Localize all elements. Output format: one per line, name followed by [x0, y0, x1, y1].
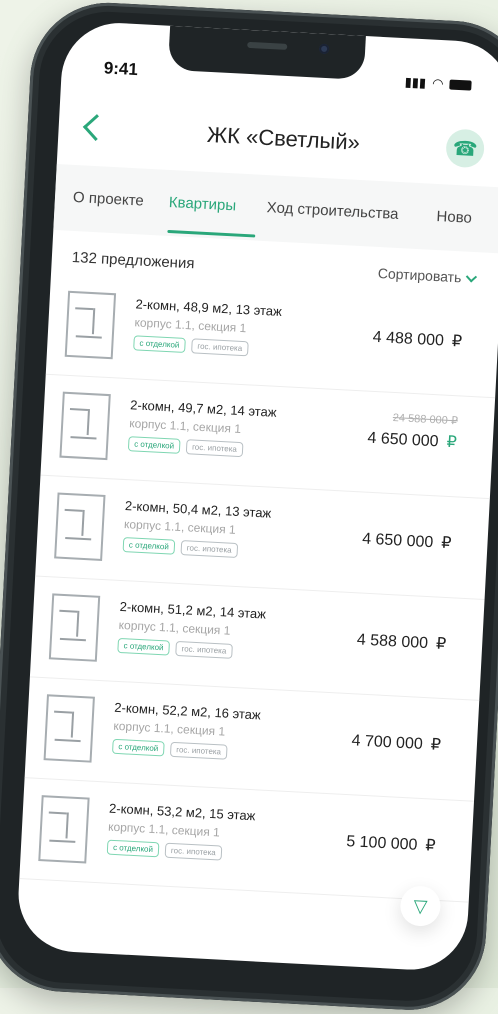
apartment-subtitle: корпус 1.1, секция 1 [107, 819, 221, 840]
floor-plan-icon [48, 593, 102, 664]
notch [167, 25, 366, 80]
price: 4 700 000 ₽ [351, 730, 441, 755]
apartment-details: 2-комн, 49,7 м2, 14 этаж корпус 1.1, сек… [127, 397, 277, 459]
tab-apartments[interactable]: Квартиры [168, 194, 236, 214]
apartment-subtitle: корпус 1.1, секция 1 [134, 315, 247, 336]
chevron-down-icon [465, 270, 478, 283]
apartment-details: 2-комн, 52,2 м2, 16 этаж корпус 1.1, сек… [111, 700, 261, 762]
apartment-subtitle: корпус 1.1, секция 1 [128, 416, 242, 437]
sort-button[interactable]: Сортировать [377, 264, 478, 286]
price: 4 650 000 ₽ [362, 529, 452, 554]
apartment-subtitle: корпус 1.1, секция 1 [123, 517, 237, 537]
speaker [247, 41, 288, 50]
floor-plan-icon [59, 391, 112, 463]
phone-call-icon: ☎ [452, 137, 479, 161]
mortgage-badge: гос. ипотека [180, 540, 238, 559]
currency: ₽ [446, 433, 458, 452]
offers-count: 132 предложения [71, 248, 195, 273]
price-value: 4 650 000 [361, 530, 434, 552]
currency: ₽ [430, 736, 442, 754]
floor-plan-icon [38, 795, 91, 866]
finish-badge: с отделкой [111, 738, 165, 757]
wifi-icon: ◠ [431, 75, 444, 92]
badges: с отделкой гос. ипотека [106, 839, 254, 863]
mortgage-badge: гос. ипотека [190, 338, 249, 357]
page-title: ЖК «Светлый» [206, 121, 361, 155]
finish-badge: с отделкой [122, 537, 176, 555]
price: 5 100 000 ₽ [346, 831, 436, 856]
price-value: 4 488 000 [372, 328, 445, 350]
battery-icon [449, 79, 472, 91]
floor-plan-icon [43, 694, 96, 765]
filter-icon: ▽ [413, 895, 428, 916]
price-value: 4 700 000 [351, 732, 424, 753]
sort-label: Сортировать [377, 264, 462, 286]
finish-badge: с отделкой [106, 839, 160, 858]
currency: ₽ [440, 534, 452, 553]
floor-plan-icon [64, 290, 118, 362]
finish-badge: с отделкой [133, 335, 186, 353]
signal-icon: ▮▮▮ [404, 74, 427, 91]
finish-badge: с отделкой [127, 436, 181, 454]
apartment-subtitle: корпус 1.1, секция 1 [113, 718, 226, 739]
app-screen: 9:41 ▮▮▮ ◠ ЖК «Светлый» ☎ О проекте Квар… [15, 20, 498, 973]
badges: с отделкой гос. ипотека [117, 637, 264, 661]
price-value: 5 100 000 [345, 833, 418, 854]
currency: ₽ [451, 332, 463, 351]
mortgage-badge: гос. ипотека [169, 741, 228, 760]
badges: с отделкой гос. ипотека [133, 335, 280, 358]
apartment-subtitle: корпус 1.1, секция 1 [118, 617, 231, 638]
price: 4 488 000 ₽ [372, 327, 462, 352]
call-button[interactable]: ☎ [445, 128, 486, 169]
price-value: 4 650 000 [367, 429, 440, 451]
mortgage-badge: гос. ипотека [164, 842, 223, 861]
mortgage-badge: гос. ипотека [185, 439, 244, 458]
apartment-details: 2-комн, 50,4 м2, 13 этаж корпус 1.1, сек… [122, 498, 272, 560]
price-value: 4 588 000 [356, 631, 429, 653]
apartment-list: 132 предложения Сортировать 2-комн, 48,9… [16, 230, 498, 973]
apartment-details: 2-комн, 53,2 м2, 15 этаж корпус 1.1, сек… [106, 801, 256, 863]
camera [318, 43, 330, 55]
status-time: 9:41 [103, 58, 139, 80]
floor-plan-icon [54, 492, 107, 564]
price: 4 588 000 ₽ [356, 629, 446, 654]
apartment-details: 2-комн, 48,9 м2, 13 этаж корпус 1.1, сек… [133, 296, 282, 358]
currency: ₽ [435, 635, 447, 654]
tab-about[interactable]: О проекте [73, 189, 145, 210]
badges: с отделкой гос. ипотека [127, 436, 275, 459]
badges: с отделкой гос. ипотека [111, 738, 259, 762]
currency: ₽ [424, 837, 437, 855]
apartment-details: 2-комн, 51,2 м2, 14 этаж корпус 1.1, сек… [117, 599, 266, 661]
mortgage-badge: гос. ипотека [175, 640, 233, 659]
tab-construction[interactable]: Ход строительства [266, 199, 399, 223]
tab-news[interactable]: Ново [436, 208, 472, 227]
old-price: 24 588 000 ₽ [392, 411, 459, 428]
price: 4 650 000 ₽ [367, 428, 457, 453]
status-icons: ▮▮▮ ◠ [404, 74, 472, 93]
badges: с отделкой гос. ипотека [122, 537, 270, 560]
finish-badge: с отделкой [117, 637, 170, 656]
